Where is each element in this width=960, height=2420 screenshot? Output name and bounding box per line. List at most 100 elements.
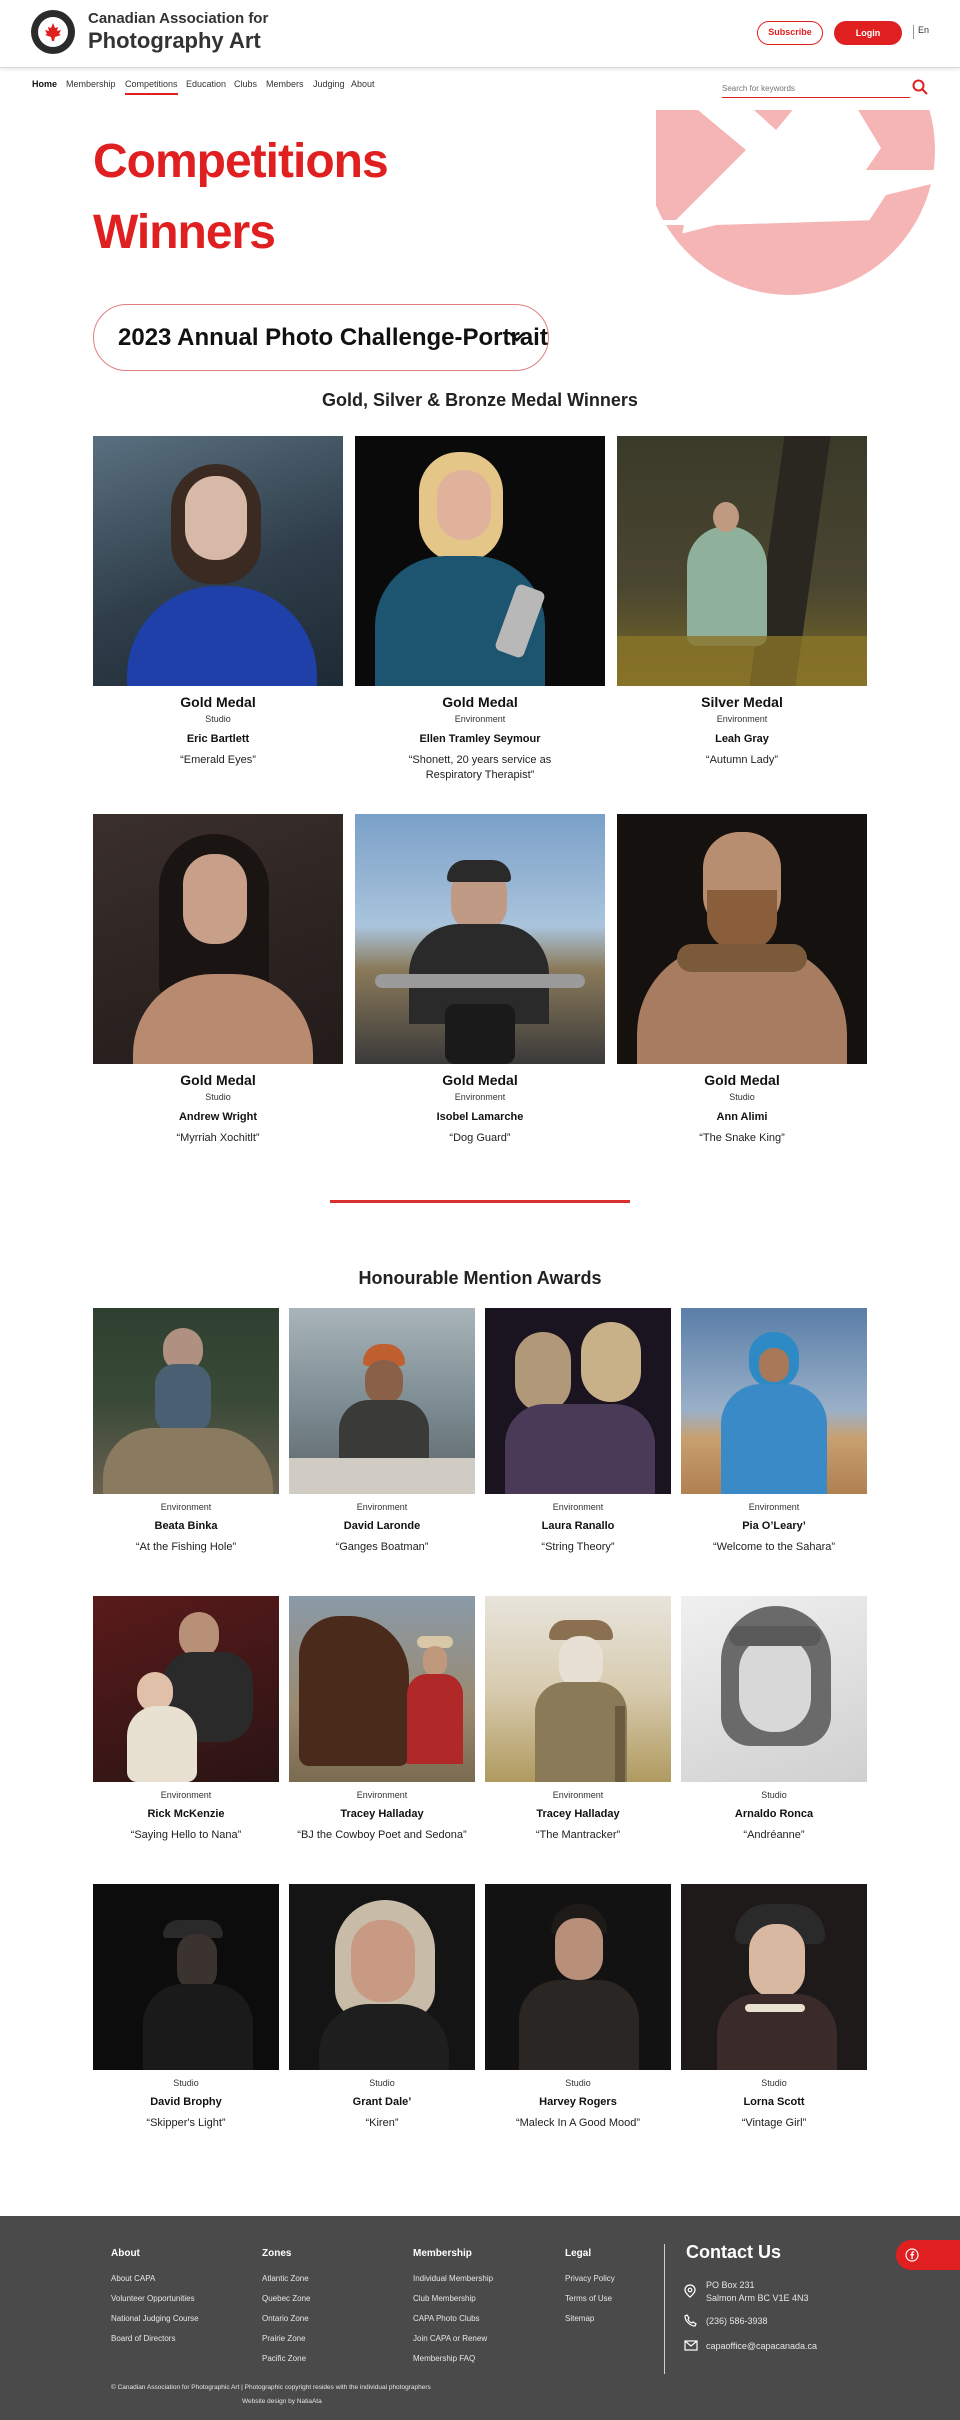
photo-title: “Saying Hello to Nana” bbox=[130, 1829, 242, 1841]
footer-link[interactable]: Sitemap bbox=[565, 2314, 594, 2323]
facebook-tab[interactable] bbox=[896, 2240, 960, 2270]
footer-heading-legal: Legal bbox=[565, 2248, 592, 2259]
competition-select[interactable]: 2023 Annual Photo Challenge-Portrait bbox=[93, 304, 549, 371]
nav-judging[interactable]: Judging bbox=[313, 79, 345, 89]
photo-at-the-fishing-hole[interactable] bbox=[93, 1308, 279, 1494]
photo-title: “Andréanne” bbox=[743, 1829, 805, 1841]
photo-snake-king[interactable] bbox=[617, 814, 867, 1064]
photo-title: “Vintage Girl” bbox=[741, 2117, 807, 2129]
competition-select-value: 2023 Annual Photo Challenge-Portrait bbox=[118, 323, 548, 351]
footer-link[interactable]: Join CAPA or Renew bbox=[413, 2334, 487, 2343]
copyright-text: © Canadian Association for Photographic … bbox=[111, 2384, 431, 2391]
photo-welcome-to-the-sahara[interactable] bbox=[681, 1308, 867, 1494]
footer-heading-zones: Zones bbox=[262, 2248, 292, 2259]
photo-bj-the-cowboy-poet[interactable] bbox=[289, 1596, 475, 1782]
footer-link[interactable]: Pacific Zone bbox=[262, 2354, 306, 2363]
photo-autumn-lady[interactable] bbox=[617, 436, 867, 686]
nav-competitions[interactable]: Competitions bbox=[125, 79, 178, 95]
language-toggle[interactable]: En bbox=[913, 25, 929, 39]
footer-link[interactable]: Membership FAQ bbox=[413, 2354, 475, 2363]
photo-maleck-in-a-good-mood[interactable] bbox=[485, 1884, 671, 2070]
hm-caption: Studio Harvey Rogers “Maleck In A Good M… bbox=[485, 2078, 671, 2131]
footer-link[interactable]: CAPA Photo Clubs bbox=[413, 2314, 480, 2323]
medal-label: Gold Medal bbox=[704, 1072, 780, 1088]
footer-divider bbox=[664, 2244, 665, 2374]
photo-the-mantracker[interactable] bbox=[485, 1596, 671, 1782]
contact-phone[interactable]: (236) 586-3938 bbox=[706, 2316, 768, 2326]
medal-winner-caption: Silver Medal Environment Leah Gray “Autu… bbox=[617, 694, 867, 768]
photo-ganges-boatman[interactable] bbox=[289, 1308, 475, 1494]
footer-link[interactable]: Atlantic Zone bbox=[262, 2274, 309, 2283]
footer-link[interactable]: Individual Membership bbox=[413, 2274, 493, 2283]
photo-dog-guard[interactable] bbox=[355, 814, 605, 1064]
photographer-name: David Laronde bbox=[343, 1520, 421, 1532]
search-input[interactable] bbox=[722, 80, 910, 98]
footer-link[interactable]: Terms of Use bbox=[565, 2294, 612, 2303]
category-label: Studio bbox=[369, 2078, 395, 2088]
category-label: Environment bbox=[356, 1790, 408, 1800]
photographer-name: Tracey Halladay bbox=[536, 1808, 620, 1820]
photo-title: “Ganges Boatman” bbox=[335, 1541, 429, 1553]
capa-logo-icon[interactable] bbox=[31, 10, 75, 54]
hm-caption: Environment Rick McKenzie “Saying Hello … bbox=[93, 1790, 279, 1843]
nav-clubs[interactable]: Clubs bbox=[234, 79, 257, 89]
photo-title: “Autumn Lady” bbox=[705, 754, 779, 766]
facebook-icon bbox=[905, 2248, 919, 2262]
footer-link[interactable]: Board of Directors bbox=[111, 2334, 175, 2343]
nav-home[interactable]: Home bbox=[32, 79, 57, 89]
footer-link[interactable]: Volunteer Opportunities bbox=[111, 2294, 195, 2303]
photo-vintage-girl[interactable] bbox=[681, 1884, 867, 2070]
medal-winner-caption: Gold Medal Studio Ann Alimi “The Snake K… bbox=[617, 1072, 867, 1146]
search-icon[interactable] bbox=[912, 79, 928, 95]
photo-saying-hello-to-nana[interactable] bbox=[93, 1596, 279, 1782]
photographer-name: Arnaldo Ronca bbox=[734, 1808, 814, 1820]
footer-link[interactable]: Privacy Policy bbox=[565, 2274, 615, 2283]
nav-education[interactable]: Education bbox=[186, 79, 226, 89]
photo-title: “Kiren” bbox=[365, 2117, 399, 2129]
medal-winner-caption: Gold Medal Studio Andrew Wright “Myrriah… bbox=[93, 1072, 343, 1146]
photo-shonett[interactable] bbox=[355, 436, 605, 686]
hm-caption: Environment David Laronde “Ganges Boatma… bbox=[289, 1502, 475, 1555]
photo-skippers-light[interactable] bbox=[93, 1884, 279, 2070]
nav-about[interactable]: About bbox=[351, 79, 375, 89]
photo-title: “Skipper's Light” bbox=[146, 2117, 226, 2129]
photo-kiren[interactable] bbox=[289, 1884, 475, 2070]
hm-caption: Environment Tracey Halladay “BJ the Cowb… bbox=[289, 1790, 475, 1843]
contact-email[interactable]: capaoffice@capacanada.ca bbox=[706, 2341, 817, 2351]
photographer-name: Ann Alimi bbox=[716, 1111, 768, 1123]
photo-title: “Emerald Eyes” bbox=[180, 754, 256, 766]
honourable-mention-title: Honourable Mention Awards bbox=[358, 1268, 602, 1288]
org-name-line1[interactable]: Canadian Association for bbox=[88, 10, 268, 27]
aperture-decoration-icon bbox=[656, 110, 935, 295]
footer-link[interactable]: National Judging Course bbox=[111, 2314, 199, 2323]
footer-link[interactable]: Quebec Zone bbox=[262, 2294, 310, 2303]
nav-members[interactable]: Members bbox=[266, 79, 304, 89]
photo-andreanne[interactable] bbox=[681, 1596, 867, 1782]
category-label: Environment bbox=[356, 1502, 408, 1512]
medal-section-title: Gold, Silver & Bronze Medal Winners bbox=[322, 390, 638, 410]
photo-emerald-eyes[interactable] bbox=[93, 436, 343, 686]
photographer-name: Eric Bartlett bbox=[186, 733, 250, 745]
page-title-line2: Winners bbox=[93, 206, 276, 259]
photo-myrriah-xochitlt[interactable] bbox=[93, 814, 343, 1064]
footer-link[interactable]: Ontario Zone bbox=[262, 2314, 309, 2323]
hm-caption: Environment Tracey Halladay “The Mantrac… bbox=[485, 1790, 671, 1843]
category-label: Environment bbox=[454, 1092, 506, 1102]
footer-link[interactable]: About CAPA bbox=[111, 2274, 155, 2283]
photo-string-theory[interactable] bbox=[485, 1308, 671, 1494]
medal-winner-caption: Gold Medal Studio Eric Bartlett “Emerald… bbox=[93, 694, 343, 768]
design-credit[interactable]: Website design by NatiaAta bbox=[242, 2398, 322, 2405]
photographer-name: Ellen Tramley Seymour bbox=[419, 733, 541, 745]
photographer-name: Laura Ranallo bbox=[541, 1520, 615, 1532]
phone-icon bbox=[684, 2314, 697, 2327]
nav-membership[interactable]: Membership bbox=[66, 79, 116, 89]
category-label: Studio bbox=[729, 1092, 755, 1102]
category-label: Environment bbox=[160, 1502, 212, 1512]
login-button[interactable]: Login bbox=[834, 21, 902, 45]
footer-link[interactable]: Prairie Zone bbox=[262, 2334, 306, 2343]
org-name-line2[interactable]: Photography Art bbox=[88, 28, 261, 54]
subscribe-button[interactable]: Subscribe bbox=[757, 21, 823, 45]
contact-address-line2: Salmon Arm BC V1E 4N3 bbox=[706, 2293, 809, 2303]
email-icon bbox=[684, 2340, 698, 2351]
footer-link[interactable]: Club Membership bbox=[413, 2294, 476, 2303]
